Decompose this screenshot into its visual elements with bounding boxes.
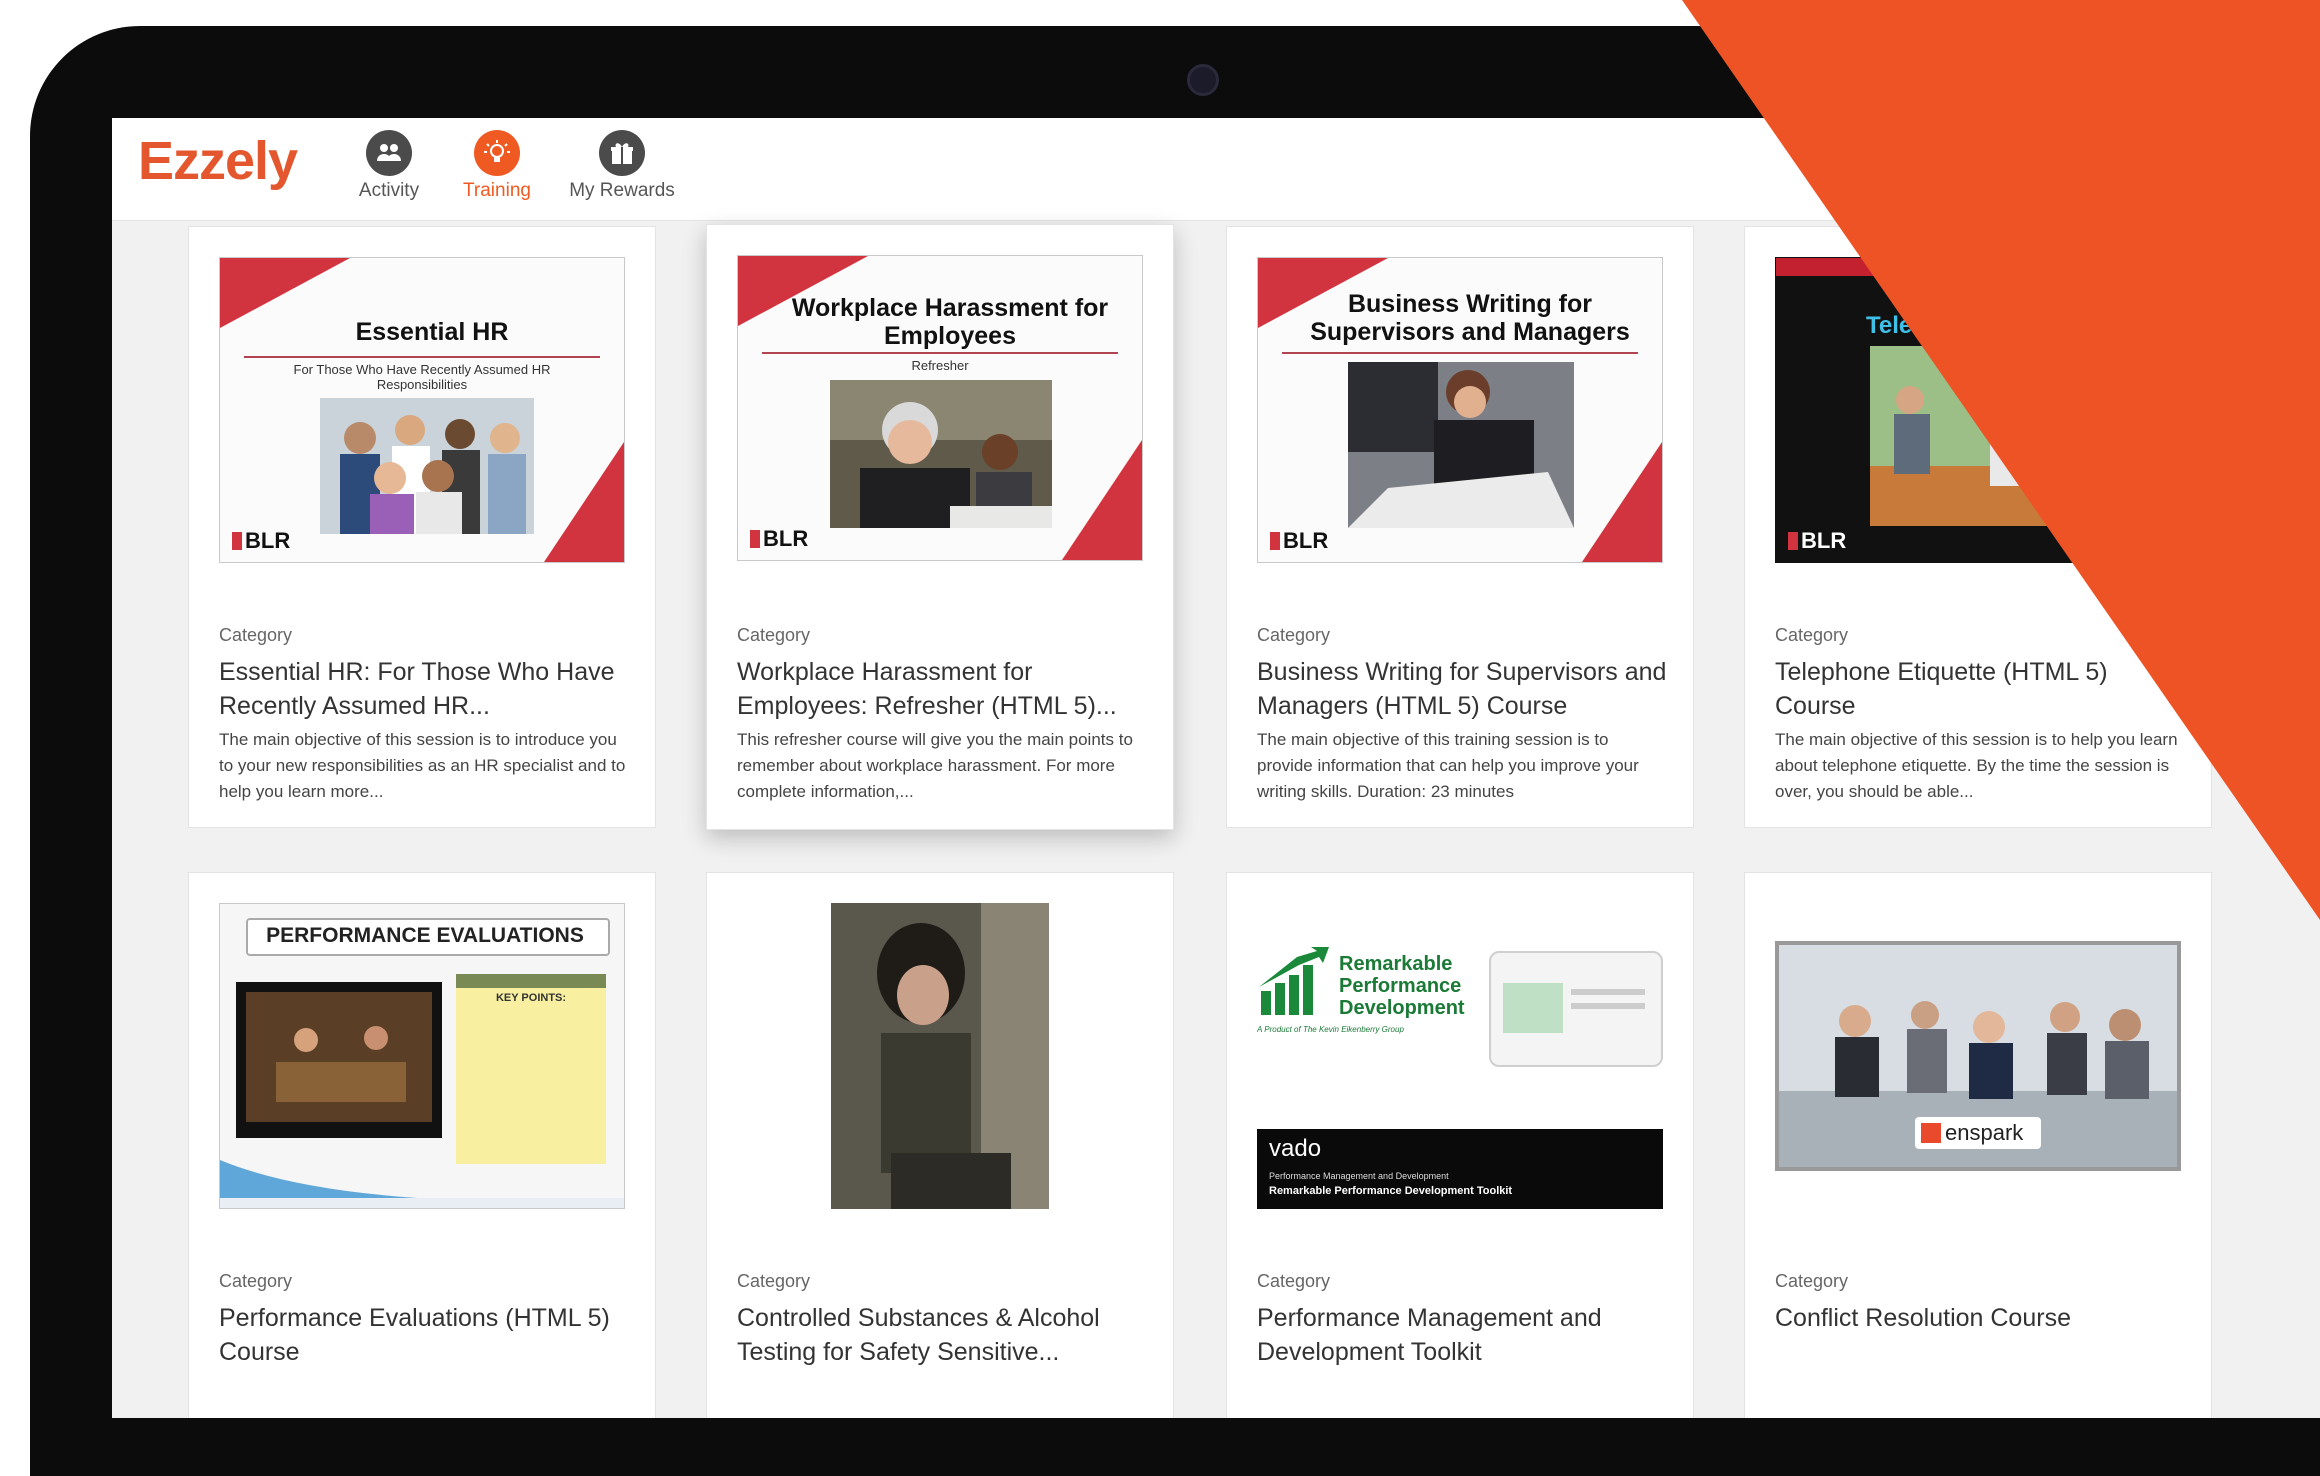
slide-title: Tele <box>1866 312 1913 339</box>
brand-logo: BLR <box>1270 528 1328 554</box>
course-card[interactable]: Essential HR For Those Who Have Recently… <box>188 226 656 828</box>
course-thumbnail[interactable]: Tele BLR <box>1775 257 2181 563</box>
course-title[interactable]: Business Writing for Supervisors and Man… <box>1257 655 1667 723</box>
slide-image: PERFORMANCE EVALUATIONS KEY POINTS: <box>219 903 625 1209</box>
vado-title: Remarkable Performance Development Toolk… <box>1269 1185 1513 1197</box>
vado-subtitle: Performance Management and Development <box>1269 1171 1449 1181</box>
course-card[interactable]: Workplace Harassment for Employees Refre… <box>706 224 1174 830</box>
webcam <box>1187 64 1219 96</box>
course-category: Category <box>1775 625 1849 645</box>
brand-logo: BLR <box>232 528 290 554</box>
course-description: This refresher course will give you the … <box>737 730 1133 801</box>
top-navigation-bar: Ezzely Activity Training My Rewards <box>112 118 2320 221</box>
slide-image: Tele BLR <box>1775 257 2181 563</box>
enspark-logo: enspark <box>1915 1117 2041 1149</box>
course-thumbnail[interactable]: Business Writing for Supervisors and Man… <box>1257 257 1663 563</box>
course-title[interactable]: Conflict Resolution Course <box>1775 1301 2185 1335</box>
slide-subtitle: Refresher <box>911 358 969 373</box>
course-title[interactable]: Essential HR: For Those Who Have Recentl… <box>219 655 629 723</box>
course-thumbnail[interactable]: Essential HR For Those Who Have Recently… <box>219 257 625 563</box>
course-thumbnail[interactable]: enspark <box>1775 903 2181 1209</box>
growth-chart-icon <box>1259 947 1329 1015</box>
course-card[interactable]: PERFORMANCE EVALUATIONS KEY POINTS: Cate… <box>188 872 656 1418</box>
office-photo <box>1870 346 2180 526</box>
app-logo[interactable]: Ezzely <box>138 130 298 192</box>
vado-logo: vado <box>1269 1135 1322 1162</box>
course-title[interactable]: Controlled Substances & Alcohol Testing … <box>737 1301 1147 1369</box>
notepad-heading: KEY POINTS: <box>495 992 567 1004</box>
tablet-image <box>1489 951 1663 1067</box>
app-screen: Ezzely Activity Training My Rewards Esse… <box>112 118 2320 1418</box>
slide-image: Essential HR For Those Who Have Recently… <box>219 257 625 563</box>
course-thumbnail[interactable]: PERFORMANCE EVALUATIONS KEY POINTS: <box>219 903 625 1209</box>
course-category: Category <box>737 625 811 645</box>
slide-title: PERFORMANCE EVALUATIONS <box>266 924 584 947</box>
video-frame <box>236 982 442 1138</box>
course-thumbnail[interactable]: Remarkable Performance Development A Pro… <box>1257 903 1663 1209</box>
course-card[interactable]: Tele BLR Category Telephone Etiquette (H… <box>1744 226 2212 828</box>
notepad: KEY POINTS: <box>456 974 606 1164</box>
slide-title: Essential HR <box>355 318 509 346</box>
course-title[interactable]: Workplace Harassment for Employees: Refr… <box>737 655 1147 723</box>
course-description: The main objective of this session is to… <box>219 730 626 801</box>
course-description: The main objective of this training sess… <box>1257 730 1639 801</box>
course-title[interactable]: Performance Evaluations (HTML 5) Course <box>219 1301 629 1369</box>
course-card[interactable]: Business Writing for Supervisors and Man… <box>1226 226 1694 828</box>
vado-banner: vado Performance Management and Developm… <box>1257 1129 1663 1209</box>
slide-title: Workplace Harassment for Employees <box>791 294 1109 350</box>
people-icon <box>366 130 412 176</box>
slide-title: Business Writing for Supervisors and Man… <box>1310 290 1630 346</box>
course-category: Category <box>1257 1271 1331 1291</box>
writer-photo <box>1348 362 1574 528</box>
gift-icon <box>599 130 645 176</box>
course-category: Category <box>219 625 293 645</box>
brand-logo: BLR <box>1788 528 1846 554</box>
course-title[interactable]: Performance Management and Development T… <box>1257 1301 1667 1369</box>
group-photo <box>320 398 534 534</box>
course-category: Category <box>1257 625 1331 645</box>
course-card[interactable]: enspark Category Conflict Resolution Cou… <box>1744 872 2212 1418</box>
course-category: Category <box>219 1271 293 1291</box>
slide-image: Business Writing for Supervisors and Man… <box>1257 257 1663 563</box>
brand-logo: BLR <box>750 526 808 552</box>
course-card[interactable]: Remarkable Performance Development A Pro… <box>1226 872 1694 1418</box>
product-tagline: A Product of The Kevin Eikenberry Group <box>1257 1025 1404 1034</box>
course-card[interactable]: Category Controlled Substances & Alcohol… <box>706 872 1174 1418</box>
nav-my-rewards[interactable]: My Rewards <box>557 130 687 202</box>
course-category: Category <box>1775 1271 1849 1291</box>
lightbulb-icon <box>474 130 520 176</box>
product-title: Remarkable Performance Development <box>1339 953 1465 1019</box>
course-thumbnail[interactable] <box>737 903 1143 1209</box>
person-photo <box>831 903 1049 1209</box>
nav-label: My Rewards <box>569 180 675 201</box>
course-category: Category <box>737 1271 811 1291</box>
slide-subtitle: For Those Who Have Recently Assumed HR R… <box>293 362 551 392</box>
nav-training[interactable]: Training <box>432 130 562 202</box>
course-description: The main objective of this session is to… <box>1775 730 2178 801</box>
course-thumbnail[interactable]: Workplace Harassment for Employees Refre… <box>737 255 1143 561</box>
course-title[interactable]: Telephone Etiquette (HTML 5) Course <box>1775 655 2185 723</box>
slide-image: Workplace Harassment for Employees Refre… <box>737 255 1143 561</box>
nav-label: Training <box>463 180 531 201</box>
meeting-photo <box>830 380 1052 528</box>
